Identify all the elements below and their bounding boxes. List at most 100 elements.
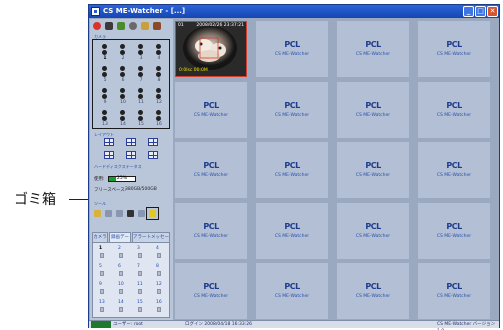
camera-select-dot[interactable] — [156, 88, 161, 93]
layout-1-button[interactable] — [104, 138, 114, 146]
list-camera-number[interactable]: 7 — [137, 264, 140, 269]
export-icon[interactable] — [116, 210, 123, 217]
tab-recordings[interactable]: 録画データ — [109, 232, 131, 249]
layout-9-button[interactable] — [104, 151, 114, 159]
list-camera-number[interactable]: 9 — [99, 282, 102, 287]
camera-number[interactable]: 3 — [136, 56, 146, 61]
camera-tile-empty[interactable]: PCL CS ME-Watcher — [337, 202, 409, 259]
live-camera-tile[interactable]: 01 2008/02/26 23:37:21 0:0lsc 00:0M — [175, 21, 247, 77]
camera-number[interactable]: 4 — [154, 56, 164, 61]
list-camera-number[interactable]: 16 — [156, 300, 162, 305]
camera-select-dot[interactable] — [138, 72, 143, 77]
camera-tile-empty[interactable]: PCL CS ME-Watcher — [418, 21, 490, 77]
camera-select-dot[interactable] — [138, 44, 143, 49]
list-camera-number[interactable]: 13 — [99, 300, 105, 305]
camera-number[interactable]: 5 — [100, 78, 110, 83]
camera-select-dot[interactable] — [138, 110, 143, 115]
info-icon[interactable] — [153, 22, 161, 30]
minimize-button[interactable]: _ — [463, 6, 474, 17]
folder-icon[interactable] — [94, 210, 101, 217]
list-camera-number[interactable]: 6 — [118, 264, 121, 269]
camera-tile-empty[interactable]: PCL CS ME-Watcher — [175, 202, 247, 259]
print-icon[interactable] — [138, 210, 145, 217]
camera-tile-empty[interactable]: PCL CS ME-Watcher — [256, 81, 328, 138]
playback-icon[interactable] — [105, 210, 112, 217]
camera-select-dot[interactable] — [102, 94, 107, 99]
camera-number[interactable]: 6 — [118, 78, 128, 83]
camera-select-dot[interactable] — [120, 66, 125, 71]
camera-select-dot[interactable] — [156, 72, 161, 77]
camera-select-dot[interactable] — [102, 66, 107, 71]
camera-number[interactable]: 13 — [100, 122, 110, 127]
camera-select-dot[interactable] — [138, 66, 143, 71]
camera-select-dot[interactable] — [102, 110, 107, 115]
camera-select-dot[interactable] — [120, 116, 125, 121]
camera-tile-empty[interactable]: PCL CS ME-Watcher — [418, 263, 490, 319]
camera-select-dot[interactable] — [156, 94, 161, 99]
layout-16-button[interactable] — [148, 151, 158, 159]
camera-tile-empty[interactable]: PCL CS ME-Watcher — [256, 202, 328, 259]
camera-tile-empty[interactable]: PCL CS ME-Watcher — [418, 202, 490, 259]
power-icon[interactable] — [93, 22, 101, 30]
camera-select-dot[interactable] — [156, 116, 161, 121]
camera-tile-empty[interactable]: PCL CS ME-Watcher — [337, 21, 409, 77]
camera-select-dot[interactable] — [138, 94, 143, 99]
camera-tile-empty[interactable]: PCL CS ME-Watcher — [418, 81, 490, 138]
trash-icon[interactable] — [149, 210, 156, 217]
camera-select-dot[interactable] — [156, 44, 161, 49]
camera-number[interactable]: 7 — [136, 78, 146, 83]
camera-select-dot[interactable] — [102, 116, 107, 121]
camera-tile-empty[interactable]: PCL CS ME-Watcher — [175, 81, 247, 138]
maximize-button[interactable]: □ — [475, 6, 486, 17]
list-camera-number[interactable]: 2 — [118, 246, 121, 251]
camera-select-dot[interactable] — [156, 110, 161, 115]
camera-tile-empty[interactable]: PCL CS ME-Watcher — [256, 263, 328, 319]
monitor-icon[interactable] — [105, 22, 113, 30]
camera-select-dot[interactable] — [120, 88, 125, 93]
camera-select-dot[interactable] — [120, 44, 125, 49]
record-icon[interactable] — [117, 22, 125, 30]
layout-4-button[interactable] — [126, 138, 136, 146]
list-camera-number[interactable]: 5 — [99, 264, 102, 269]
camera-select-dot[interactable] — [120, 110, 125, 115]
list-camera-number[interactable]: 15 — [137, 300, 143, 305]
list-camera-number[interactable]: 14 — [118, 300, 124, 305]
camera-number[interactable]: 10 — [118, 100, 128, 105]
camera-select-dot[interactable] — [102, 72, 107, 77]
camera-number[interactable]: 14 — [118, 122, 128, 127]
camera-select-dot[interactable] — [138, 88, 143, 93]
camera-tile-empty[interactable]: PCL CS ME-Watcher — [337, 81, 409, 138]
camera-select-dot[interactable] — [156, 66, 161, 71]
camera-number[interactable]: 8 — [154, 78, 164, 83]
camera-select-dot[interactable] — [120, 94, 125, 99]
settings-icon[interactable] — [129, 22, 137, 30]
list-camera-number[interactable]: 12 — [156, 282, 162, 287]
camera-tile-empty[interactable]: PCL CS ME-Watcher — [256, 21, 328, 77]
camera-number[interactable]: 12 — [154, 100, 164, 105]
camera-number[interactable]: 1 — [100, 56, 110, 61]
close-button[interactable]: ✕ — [487, 6, 498, 17]
camera-number[interactable]: 11 — [136, 100, 146, 105]
camera-select-dot[interactable] — [102, 50, 107, 55]
camera-select-dot[interactable] — [156, 50, 161, 55]
camera-select-dot[interactable] — [138, 50, 143, 55]
camera-tile-empty[interactable]: PCL CS ME-Watcher — [175, 142, 247, 198]
snapshot-icon[interactable] — [127, 210, 134, 217]
camera-select-dot[interactable] — [120, 50, 125, 55]
list-camera-number[interactable]: 10 — [118, 282, 124, 287]
list-camera-number[interactable]: 8 — [156, 264, 159, 269]
camera-tile-empty[interactable]: PCL CS ME-Watcher — [418, 142, 490, 198]
camera-number[interactable]: 15 — [136, 122, 146, 127]
list-camera-number[interactable]: 3 — [137, 246, 140, 251]
camera-tile-empty[interactable]: PCL CS ME-Watcher — [175, 263, 247, 319]
search-icon[interactable] — [141, 22, 149, 30]
camera-tile-empty[interactable]: PCL CS ME-Watcher — [337, 263, 409, 319]
layout-6-button[interactable] — [148, 138, 158, 146]
list-camera-number[interactable]: 4 — [156, 246, 159, 251]
layout-13-button[interactable] — [126, 151, 136, 159]
camera-select-dot[interactable] — [102, 44, 107, 49]
tab-alert-messages[interactable]: アラートメッセージ — [132, 232, 170, 249]
camera-number[interactable]: 16 — [154, 122, 164, 127]
tab-camera[interactable]: カメラ — [92, 232, 108, 242]
camera-select-dot[interactable] — [102, 88, 107, 93]
